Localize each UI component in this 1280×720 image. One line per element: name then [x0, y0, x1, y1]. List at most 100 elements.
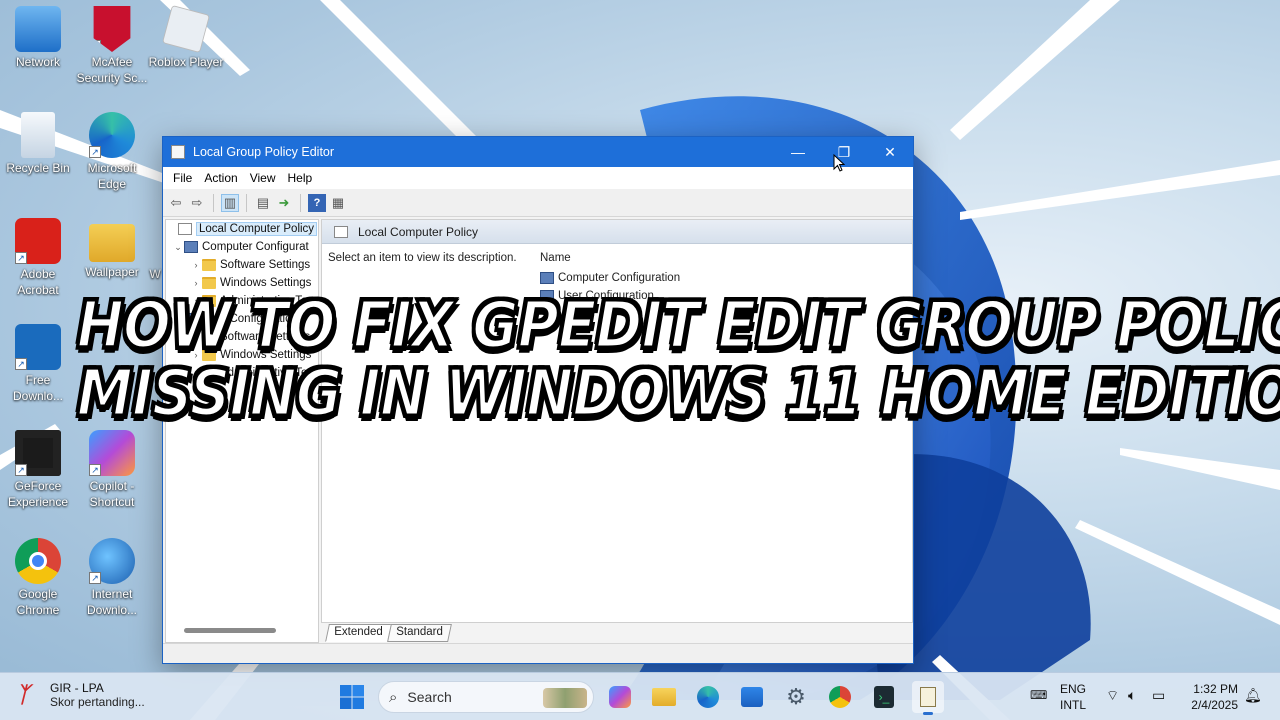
desktop-icon-wallpaper[interactable]: Wallpaper [74, 218, 150, 280]
minimize-button[interactable]: — [775, 137, 821, 167]
settings-gear-icon[interactable]: ⚙ [780, 681, 812, 713]
folder-icon [202, 277, 216, 289]
help-icon[interactable]: ? [308, 193, 326, 212]
desktop-icon-free-download[interactable]: ↗ Free Downlo... [0, 324, 76, 404]
desktop-icon-label: Microsoft Edge [87, 161, 137, 191]
language-top: ENG [1060, 682, 1087, 696]
search-icon: ⌕ [389, 688, 398, 706]
start-button[interactable] [338, 683, 366, 711]
terminal-icon[interactable]: ›_ [868, 681, 900, 713]
list-item[interactable]: Computer Configuration [540, 272, 680, 284]
desktop-icon-label: Free Downlo... [12, 373, 64, 403]
news-widget[interactable]: ᛉ GIR - LPA Skor pertanding... [16, 681, 145, 709]
desktop-icon-network[interactable]: Network [0, 6, 76, 70]
free-download-icon: ↗ [15, 324, 61, 370]
folder-icon [202, 259, 216, 271]
desktop-icon-recycle-bin[interactable]: Recycle Bin [0, 112, 76, 176]
desktop-icon-acrobat[interactable]: ↗ Adobe Acrobat [0, 218, 76, 298]
network-icon [15, 6, 61, 52]
clock-time: 1:32 PM [1193, 682, 1238, 696]
chevron-right-icon[interactable]: › [190, 278, 202, 288]
forward-icon[interactable]: ⇨ [188, 194, 206, 212]
desktop-icon-label: Copilot - Shortcut [89, 479, 135, 509]
toolbar: ⇦ ⇨ ▥ ▤ ➜ ? ▦ [163, 189, 913, 217]
console-tree: Local Computer Policy ⌄ Computer Configu… [165, 219, 319, 643]
wifi-icon[interactable]: ⌔ [1106, 687, 1119, 703]
battery-icon[interactable]: ▭ [1152, 687, 1165, 703]
search-highlight-image [543, 688, 587, 708]
taskbar-search[interactable]: ⌕ Search [378, 681, 594, 713]
menu-help[interactable]: Help [282, 171, 319, 185]
status-bar [163, 643, 913, 663]
volume-icon[interactable]: 🔈︎ [1128, 687, 1136, 703]
wallpaper-folder-icon [89, 224, 135, 262]
tab-extended[interactable]: Extended [325, 624, 392, 642]
desktop-icon-copilot[interactable]: ↗ Copilot - Shortcut [74, 430, 150, 510]
window-titlebar[interactable]: Local Group Policy Editor — ❐ ✕ [163, 137, 913, 167]
chrome-icon [15, 538, 61, 584]
details-header-title: Local Computer Policy [358, 224, 479, 239]
acrobat-icon: ↗ [15, 218, 61, 264]
toolbar-divider [300, 193, 301, 212]
recycle-bin-icon [21, 112, 55, 158]
close-button[interactable]: ✕ [867, 137, 913, 167]
desktop-icon-label: McAfee Security Sc... [76, 55, 148, 85]
toolbar-divider [246, 193, 247, 212]
roblox-icon [162, 5, 210, 53]
tree-item-label: Windows Settings [220, 277, 312, 289]
desktop-icon-geforce[interactable]: ↗ GeForce Experience [0, 430, 76, 510]
desktop-icon-idm[interactable]: ↗ Internet Downlo... [74, 538, 150, 618]
properties-icon[interactable]: ▤ [254, 194, 272, 212]
keyboard-icon[interactable]: ⌨ [1030, 687, 1047, 703]
tree-item-label: Software Settings [220, 259, 311, 271]
chevron-right-icon[interactable]: › [190, 260, 202, 270]
list-item-label: Computer Configuration [558, 272, 681, 284]
tab-standard[interactable]: Standard [386, 624, 452, 642]
chevron-down-icon[interactable]: ⌄ [172, 242, 184, 253]
details-header: Local Computer Policy [322, 220, 912, 244]
desktop-icon-chrome[interactable]: Google Chrome [0, 538, 76, 618]
desktop-icon-label: Adobe Acrobat [17, 267, 59, 297]
gpedit-taskbar-icon[interactable] [912, 681, 944, 715]
filter-icon[interactable]: ▦ [329, 194, 347, 212]
desktop-icon-label: GeForce Experience [7, 479, 69, 509]
tree-item-label: Local Computer Policy [196, 222, 318, 236]
notification-bell-icon[interactable]: 🔔︎ [1244, 687, 1262, 703]
tree-item[interactable]: Local Computer Policy [166, 220, 318, 238]
back-icon[interactable]: ⇦ [167, 194, 185, 212]
file-explorer-icon[interactable] [648, 681, 680, 713]
desktop-icon-label: Roblox Player [148, 55, 224, 69]
tree-item-label: Computer Configurat [202, 241, 309, 253]
chrome-taskbar-icon[interactable] [824, 681, 856, 713]
mouse-cursor-icon [833, 154, 845, 172]
desktop-icon-label: Internet Downlo... [86, 587, 138, 617]
menu-action[interactable]: Action [198, 171, 243, 185]
widget-title: GIR - LPA [50, 681, 104, 695]
desktop-icon-roblox[interactable]: Roblox Player [148, 5, 224, 70]
menu-file[interactable]: File [167, 171, 198, 185]
edge-taskbar-icon[interactable] [692, 681, 724, 713]
store-icon[interactable] [736, 681, 768, 713]
search-placeholder: Search [407, 689, 452, 705]
clock-date: 2/4/2025 [1191, 698, 1238, 712]
tree-item[interactable]: ⌄ Computer Configurat [166, 238, 318, 256]
menu-view[interactable]: View [244, 171, 282, 185]
desktop-icon-edge[interactable]: ↗ Microsoft Edge [74, 112, 150, 192]
partial-icon [150, 218, 160, 264]
export-list-icon[interactable]: ➜ [275, 194, 293, 212]
menu-bar: File Action View Help [163, 167, 913, 189]
taskbar: ᛉ GIR - LPA Skor pertanding... ⌕ Search … [0, 672, 1280, 720]
column-header-name[interactable]: Name [540, 252, 571, 264]
language-indicator[interactable]: ENG INTL [1060, 681, 1086, 713]
clock[interactable]: 1:32 PM 2/4/2025 [1186, 681, 1238, 713]
desktop-icon-label: Google Chrome [16, 587, 60, 617]
language-bottom: INTL [1060, 698, 1087, 712]
tree-item[interactable]: › Software Settings [166, 256, 318, 274]
policy-doc-icon [334, 225, 348, 238]
computer-icon [540, 272, 554, 284]
copilot-taskbar-icon[interactable] [604, 681, 636, 713]
desktop-icon-mcafee[interactable]: ↗ McAfee Security Sc... [74, 6, 150, 86]
horizontal-scrollbar[interactable] [184, 628, 276, 633]
tab-label: Extended [334, 626, 383, 638]
show-hide-tree-icon[interactable]: ▥ [221, 193, 239, 212]
